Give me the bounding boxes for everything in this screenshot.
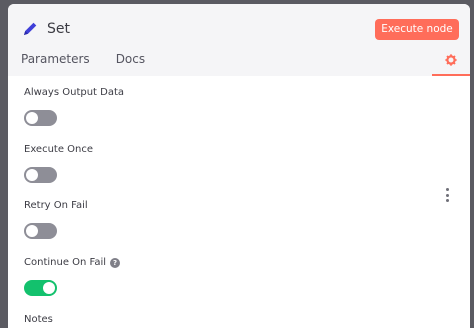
- setting-label: Notes: [24, 314, 53, 325]
- toggle-knob: [26, 169, 38, 181]
- question-circle-icon[interactable]: ?: [110, 257, 121, 268]
- setting-notes: Notes: [24, 314, 53, 325]
- gear-icon: [445, 54, 457, 66]
- setting-execute-once: Execute Once: [24, 144, 94, 183]
- execute-once-toggle[interactable]: [24, 167, 57, 183]
- title-wrap: Set: [21, 20, 70, 38]
- tab-settings[interactable]: [432, 51, 470, 76]
- retry-on-fail-toggle[interactable]: [24, 223, 57, 239]
- toggle-knob: [26, 112, 38, 124]
- execute-node-button[interactable]: Execute node: [375, 19, 459, 40]
- setting-label-row: Continue On Fail ?: [24, 257, 121, 268]
- tab-bar: Parameters Docs: [21, 52, 171, 66]
- more-options-icon[interactable]: [444, 188, 450, 202]
- active-tab-underline: [432, 74, 470, 76]
- node-settings-panel: ⠿⠿ Set Execute node Parameters Docs: [8, 4, 470, 328]
- setting-label: Retry On Fail: [24, 200, 88, 211]
- tab-docs[interactable]: Docs: [116, 52, 145, 66]
- always-output-data-toggle[interactable]: [24, 110, 57, 126]
- node-title: Set: [47, 21, 70, 37]
- pencil-icon: [24, 22, 37, 35]
- toggle-knob: [26, 225, 38, 237]
- tab-parameters[interactable]: Parameters: [21, 52, 90, 66]
- setting-retry-on-fail: Retry On Fail: [24, 200, 88, 239]
- setting-label: Continue On Fail: [24, 257, 107, 268]
- setting-label: Execute Once: [24, 144, 94, 155]
- setting-always-output-data: Always Output Data: [24, 87, 125, 126]
- continue-on-fail-toggle[interactable]: [24, 280, 57, 296]
- setting-continue-on-fail: Continue On Fail ?: [24, 257, 121, 296]
- toggle-knob: [43, 282, 55, 294]
- panel-header: Set Execute node Parameters Docs: [8, 4, 470, 76]
- setting-label: Always Output Data: [24, 87, 125, 98]
